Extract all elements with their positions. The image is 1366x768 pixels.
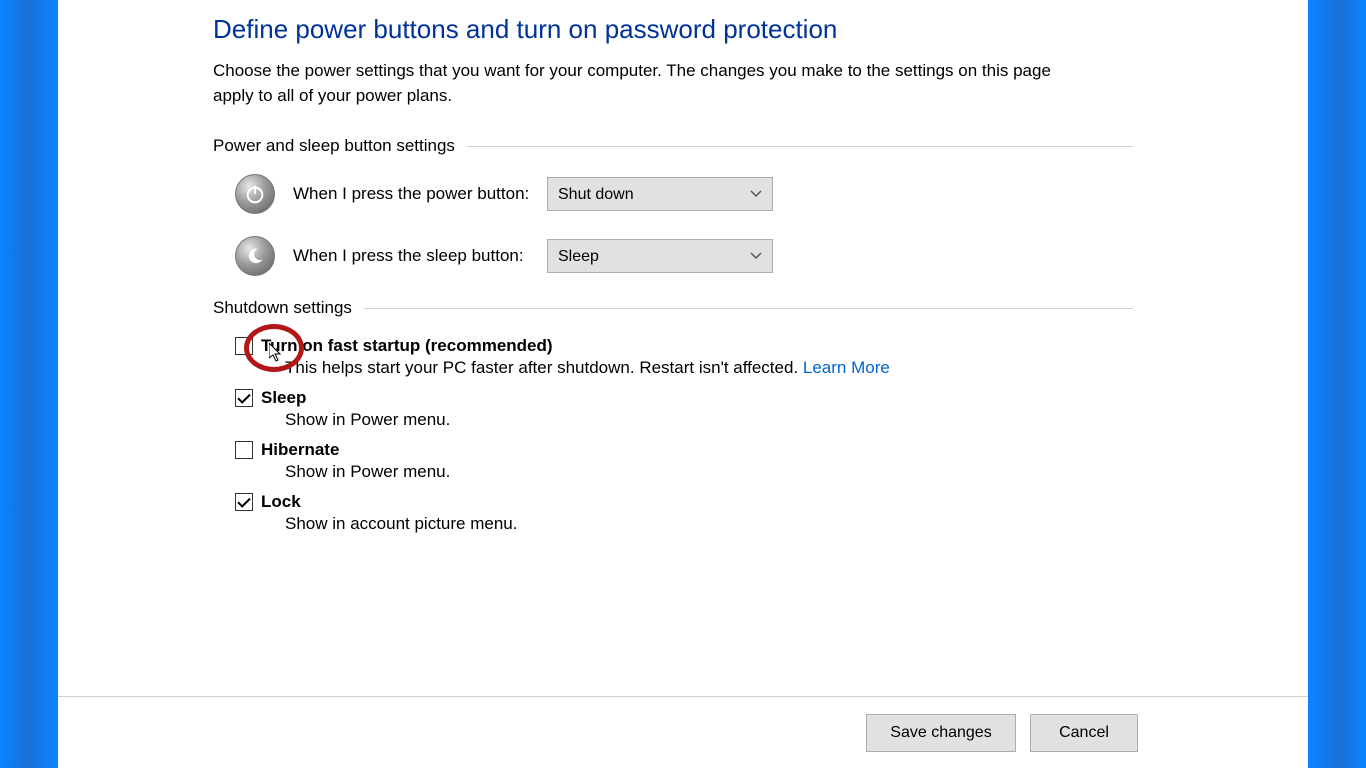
lock-title: Lock xyxy=(261,492,301,512)
divider xyxy=(467,146,1133,147)
fast-startup-checkbox[interactable] xyxy=(235,337,253,355)
sleep-icon xyxy=(235,236,275,276)
hibernate-title: Hibernate xyxy=(261,440,339,460)
hibernate-option: Hibernate Show in Power menu. xyxy=(235,440,1133,482)
fast-startup-title: Turn on fast startup (recommended) xyxy=(261,336,553,356)
lock-option: Lock Show in account picture menu. xyxy=(235,492,1133,534)
fast-startup-option: Turn on fast startup (recommended) This … xyxy=(235,336,1133,378)
sleep-button-label: When I press the sleep button: xyxy=(293,246,547,266)
sleep-button-action-dropdown[interactable]: Sleep xyxy=(547,239,773,273)
cancel-button[interactable]: Cancel xyxy=(1030,714,1138,752)
section-label: Shutdown settings xyxy=(213,298,364,318)
power-button-label: When I press the power button: xyxy=(293,184,547,204)
page-description: Choose the power settings that you want … xyxy=(213,59,1083,108)
divider xyxy=(364,308,1133,309)
sleep-button-row: When I press the sleep button: Sleep xyxy=(235,236,1133,276)
shutdown-section-header: Shutdown settings xyxy=(213,298,1133,318)
section-label: Power and sleep button settings xyxy=(213,136,467,156)
content-area: Define power buttons and turn on passwor… xyxy=(213,14,1133,544)
power-sleep-section-header: Power and sleep button settings xyxy=(213,136,1133,156)
lock-checkbox[interactable] xyxy=(235,493,253,511)
power-button-action-dropdown[interactable]: Shut down xyxy=(547,177,773,211)
save-changes-button[interactable]: Save changes xyxy=(866,714,1016,752)
sleep-title: Sleep xyxy=(261,388,306,408)
power-icon xyxy=(235,174,275,214)
shutdown-section: Shutdown settings Turn on fast startup (… xyxy=(213,298,1133,534)
sleep-checkbox[interactable] xyxy=(235,389,253,407)
power-button-row: When I press the power button: Shut down xyxy=(235,174,1133,214)
lock-desc: Show in account picture menu. xyxy=(285,514,1133,534)
hibernate-checkbox[interactable] xyxy=(235,441,253,459)
footer: Save changes Cancel xyxy=(58,696,1308,768)
hibernate-desc: Show in Power menu. xyxy=(285,462,1133,482)
sleep-option: Sleep Show in Power menu. xyxy=(235,388,1133,430)
system-settings-window: Define power buttons and turn on passwor… xyxy=(58,0,1308,768)
page-title: Define power buttons and turn on passwor… xyxy=(213,14,1133,45)
learn-more-link[interactable]: Learn More xyxy=(803,358,890,377)
fast-startup-desc: This helps start your PC faster after sh… xyxy=(285,358,1133,378)
sleep-desc: Show in Power menu. xyxy=(285,410,1133,430)
